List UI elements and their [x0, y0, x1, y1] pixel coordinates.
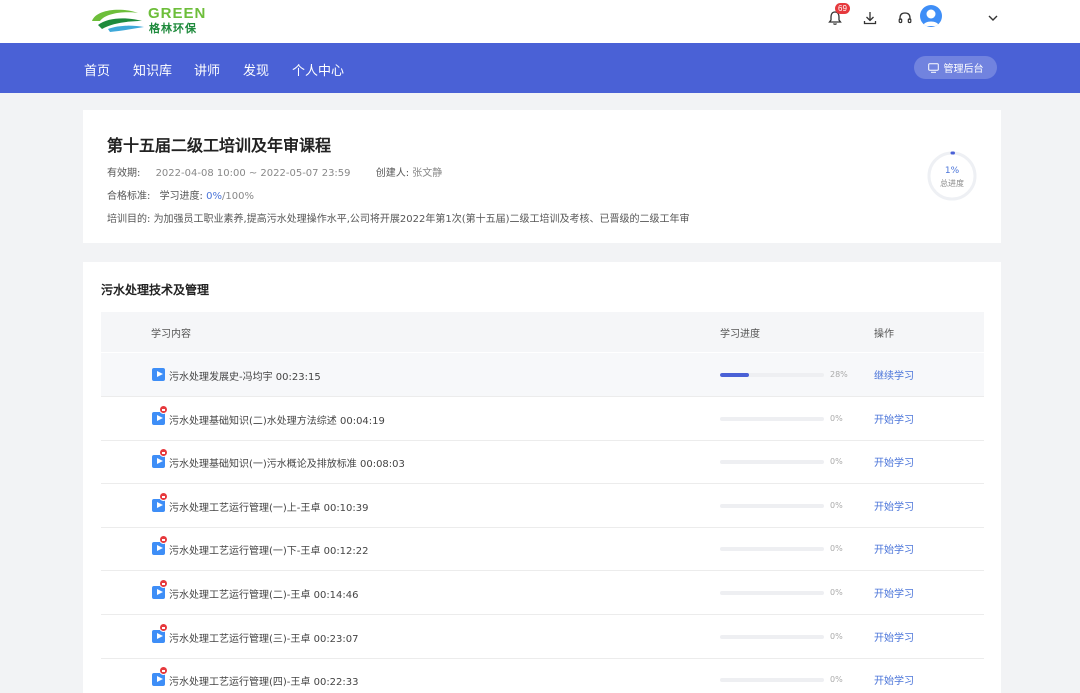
lesson-row[interactable]: 污水处理工艺运行管理(四)-王卓 00:22:33 0% 开始学习 [101, 658, 984, 693]
nav-item-discover[interactable]: 发现 [243, 60, 269, 79]
user-avatar[interactable] [920, 5, 942, 27]
purpose-value: 为加强员工职业素养,提高污水处理操作水平,公司将开展2022年第1次(第十五届)… [153, 214, 690, 225]
lesson-title[interactable]: 污水处理发展史-冯均宇 00:23:15 [169, 368, 321, 383]
table-header: 学习内容 学习进度 操作 [101, 312, 984, 352]
main-nav: 首页 知识库 讲师 发现 个人中心 管理后台 [0, 43, 1080, 93]
lock-icon [159, 404, 168, 414]
notification-button[interactable]: 69 [823, 3, 850, 30]
brand-name-cn: 格林环保 [149, 22, 197, 35]
lesson-row[interactable]: 污水处理工艺运行管理(三)-王卓 00:23:07 0% 开始学习 [101, 615, 984, 659]
support-button[interactable] [893, 6, 917, 30]
play-icon [152, 673, 165, 687]
lesson-action-link[interactable]: 开始学习 [874, 411, 914, 426]
top-bar: GREEN 格林环保 69 [0, 0, 1080, 43]
validity-label: 有效期: [107, 168, 141, 179]
nav-item-home[interactable]: 首页 [84, 60, 110, 79]
creator-value: 张文静 [412, 168, 443, 179]
lesson-title[interactable]: 污水处理工艺运行管理(三)-王卓 00:23:07 [169, 630, 359, 645]
lesson-row[interactable]: 污水处理基础知识(二)水处理方法综述 00:04:19 0% 开始学习 [101, 397, 984, 441]
course-validity: 有效期: 2022-04-08 10:00 ~ 2022-05-07 23:59… [107, 164, 442, 179]
column-header-content: 学习内容 [151, 329, 191, 340]
column-header-action: 操作 [874, 329, 894, 340]
lock-icon [159, 535, 168, 545]
lesson-progress-percent: 0% [830, 631, 843, 641]
course-title: 第十五届二级工培训及年审课程 [107, 136, 332, 155]
nav-item-lecturers[interactable]: 讲师 [194, 60, 220, 79]
avatar-icon [923, 9, 939, 26]
lesson-progress-percent: 0% [830, 544, 843, 554]
lesson-row[interactable]: 污水处理基础知识(一)污水概论及排放标准 00:08:03 0% 开始学习 [101, 440, 984, 485]
section-title: 污水处理技术及管理 [101, 283, 210, 297]
total-progress-label: 总进度 [940, 179, 964, 188]
lesson-progress-bar [720, 373, 824, 377]
lesson-action-link[interactable]: 开始学习 [874, 629, 914, 644]
lesson-title[interactable]: 污水处理基础知识(二)水处理方法综述 00:04:19 [169, 412, 385, 427]
lesson-progress-bar [720, 503, 824, 508]
lesson-action-link[interactable]: 继续学习 [874, 367, 914, 382]
course-purpose: 培训目的: 为加强员工职业素养,提高污水处理操作水平,公司将开展2022年第1次… [107, 210, 690, 225]
lock-icon [159, 491, 168, 501]
lesson-progress-percent: 0% [830, 500, 843, 510]
lesson-progress-bar [720, 634, 824, 639]
lesson-progress-percent: 28% [830, 370, 848, 379]
standard-target: /100% [222, 191, 254, 202]
lesson-title[interactable]: 污水处理工艺运行管理(一)上-王卓 00:10:39 [169, 499, 369, 514]
lesson-progress-bar [720, 460, 824, 465]
play-icon [152, 455, 165, 469]
course-pass-standard: 合格标准: 学习进度: 0%/100% [107, 187, 254, 202]
course-info-card: 第十五届二级工培训及年审课程 有效期: 2022-04-08 10:00 ~ 2… [83, 110, 1001, 243]
monitor-icon [927, 62, 939, 73]
lesson-row[interactable]: 污水处理工艺运行管理(二)-王卓 00:14:46 0% 开始学习 [101, 571, 984, 615]
lesson-action-link[interactable]: 开始学习 [874, 498, 914, 513]
validity-value: 2022-04-08 10:00 ~ 2022-05-07 23:59 [155, 168, 351, 179]
lesson-row[interactable]: 污水处理工艺运行管理(一)上-王卓 00:10:39 0% 开始学习 [101, 484, 984, 528]
download-button[interactable] [858, 6, 882, 30]
lock-icon [159, 666, 168, 676]
lesson-progress-percent: 0% [830, 413, 843, 423]
total-progress-ring [927, 151, 977, 201]
admin-console-label: 管理后台 [943, 64, 984, 75]
lesson-progress-percent: 0% [830, 588, 843, 597]
user-menu-toggle[interactable] [981, 6, 1005, 30]
lesson-progress-bar [720, 547, 824, 552]
creator-label: 创建人: [375, 168, 410, 179]
admin-console-button[interactable]: 管理后台 [914, 56, 997, 79]
lesson-progress-fill [720, 373, 750, 377]
lesson-progress-bar [720, 591, 824, 595]
lesson-action-link[interactable]: 开始学习 [874, 454, 914, 469]
course-content-card: 污水处理技术及管理 学习内容 学习进度 操作 污水处理发展史-冯均宇 00:23… [83, 262, 1001, 693]
headset-icon [898, 12, 912, 24]
lesson-row[interactable]: 污水处理工艺运行管理(一)下-王卓 00:12:22 0% 开始学习 [101, 527, 984, 572]
lock-icon [159, 579, 168, 588]
purpose-label: 培训目的: [107, 214, 151, 225]
logo-mark-icon [92, 9, 144, 32]
lesson-action-link[interactable]: 开始学习 [874, 541, 914, 556]
lesson-title[interactable]: 污水处理基础知识(一)污水概论及排放标准 00:08:03 [169, 455, 405, 470]
lesson-progress-percent: 0% [830, 457, 843, 467]
nav-item-knowledge-base[interactable]: 知识库 [133, 60, 172, 79]
lesson-progress-bar [720, 416, 824, 421]
lesson-title[interactable]: 污水处理工艺运行管理(一)下-王卓 00:12:22 [169, 542, 369, 557]
column-header-progress: 学习进度 [720, 329, 760, 340]
lesson-row[interactable]: 污水处理发展史-冯均宇 00:23:15 28% 继续学习 [101, 353, 984, 397]
lesson-action-link[interactable]: 开始学习 [874, 672, 914, 687]
lesson-progress-bar [720, 678, 824, 683]
play-icon [152, 542, 165, 556]
total-progress-value: 1% [944, 166, 960, 176]
lesson-title[interactable]: 污水处理工艺运行管理(二)-王卓 00:14:46 [169, 586, 359, 601]
lesson-action-link[interactable]: 开始学习 [874, 585, 914, 600]
standard-label: 合格标准: [107, 191, 151, 202]
download-icon [863, 12, 877, 25]
standard-text: 学习进度: [159, 191, 203, 202]
chevron-down-icon [988, 15, 998, 21]
lock-icon [159, 622, 168, 632]
nav-item-personal-center[interactable]: 个人中心 [292, 60, 344, 79]
lesson-title[interactable]: 污水处理工艺运行管理(四)-王卓 00:22:33 [169, 673, 359, 688]
notification-badge: 69 [835, 3, 850, 14]
lesson-progress-percent: 0% [830, 675, 843, 685]
lock-icon [159, 448, 168, 458]
brand-logo[interactable]: GREEN 格林环保 [88, 2, 214, 36]
play-icon [152, 368, 165, 381]
standard-progress: 0% [206, 191, 222, 202]
